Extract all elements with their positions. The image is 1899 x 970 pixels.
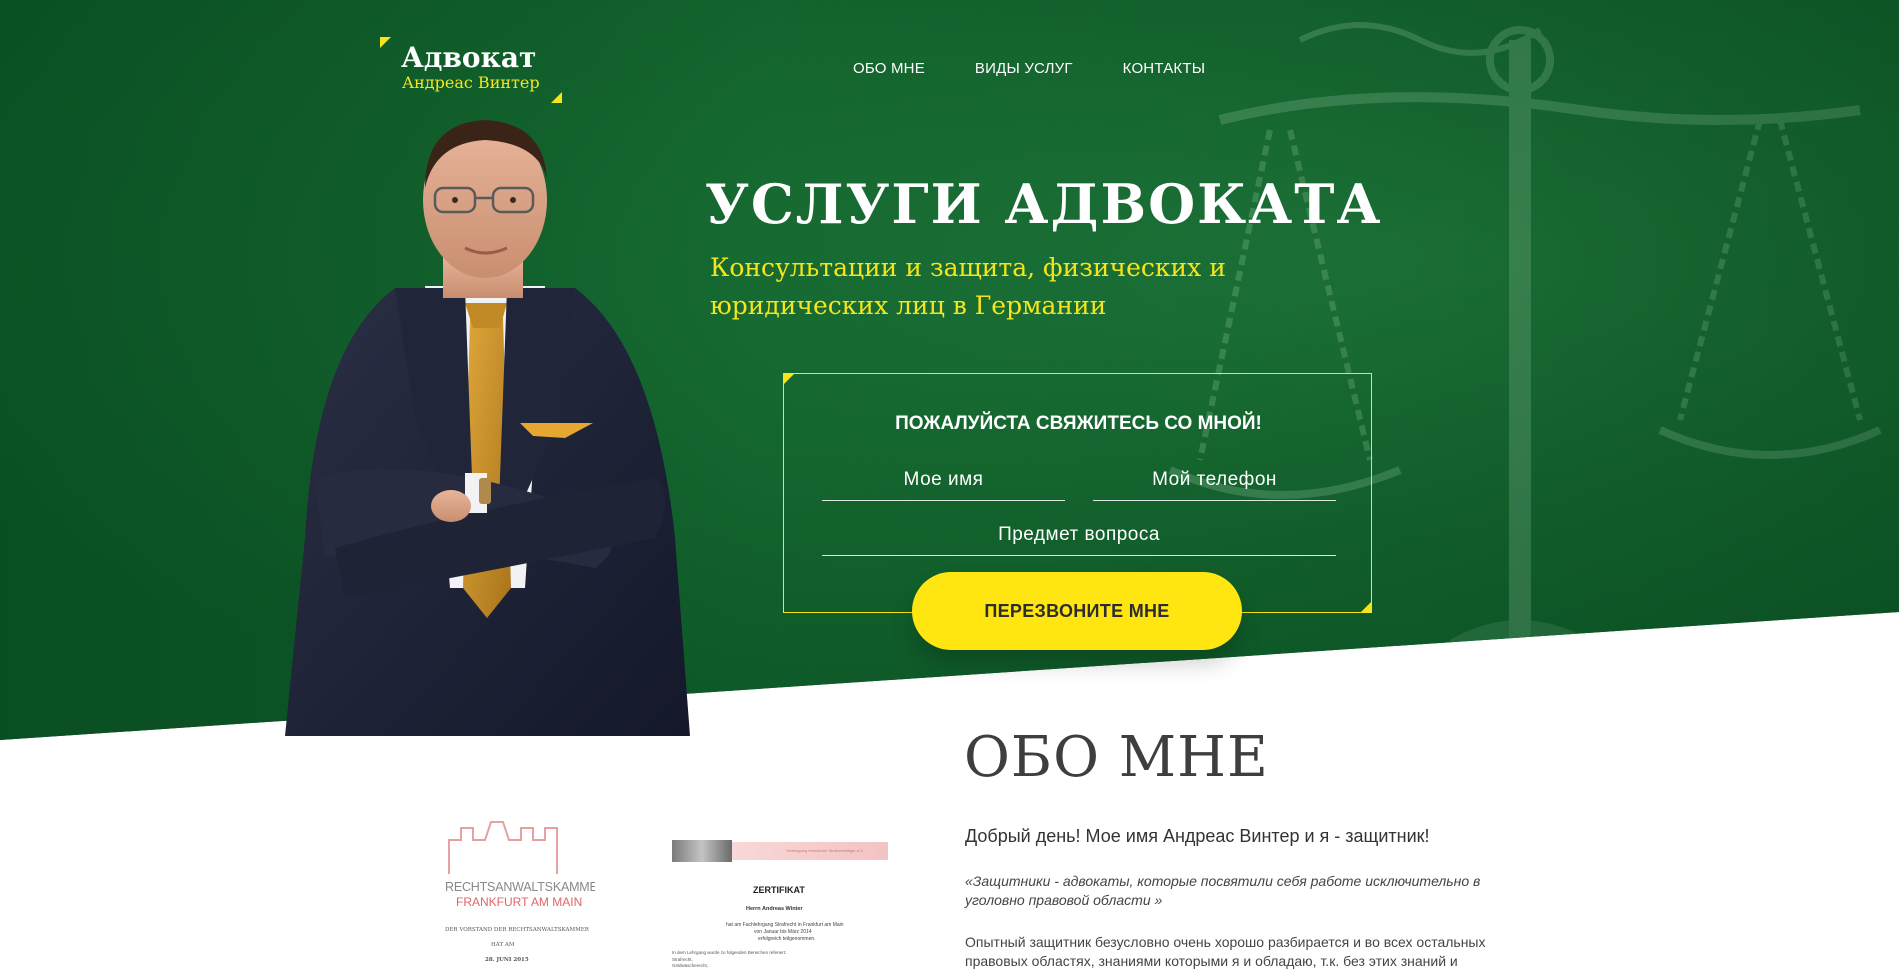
about-title: ОБО МНЕ [964, 725, 1269, 790]
form-corner-accent [1360, 601, 1372, 613]
about-greeting: Добрый день! Мое имя Андреас Винтер и я … [965, 826, 1430, 846]
certificate-rechtsanwaltskammer[interactable]: RECHTSANWALTSKAMMER FRANKFURT AM MAIN DE… [425, 815, 595, 970]
cert-line: von Januar bis März 2014 [754, 929, 812, 935]
certificate-zertifikat[interactable]: Vereinigung hessischer Strafverteidiger … [668, 830, 893, 970]
cert-line: RECHTSANWALTSKAMMER [445, 880, 595, 894]
form-title: ПОЖАЛУЙСТА СВЯЖИТЕСЬ СО МНОЙ! [895, 413, 1262, 434]
cert-line: DER VORSTAND DER RECHTSANWALTSKAMMER [445, 927, 589, 933]
cert-line: Geldwäscherecht, [672, 963, 709, 968]
hero-title: УСЛУГИ АДВОКАТА [705, 172, 1383, 236]
chamber-logo-icon [448, 821, 558, 874]
cert-header-photo [672, 840, 732, 862]
cert-line: hat am Fachlehrgang Strafrecht in Frankf… [726, 922, 844, 928]
page: Адвокат Андреас Винтер ОБО МНЕ ВИДЫ УСЛУ… [0, 0, 1899, 970]
logo-corner-accent [380, 37, 391, 48]
logo-title: Адвокат [401, 41, 537, 74]
callback-button[interactable]: ПЕРЕЗВОНИТЕ МНЕ [912, 572, 1242, 650]
logo[interactable]: Адвокат Андреас Винтер [380, 37, 562, 103]
cert-title: ZERTIFIKAT [753, 885, 805, 895]
logo-subtitle: Андреас Винтер [402, 73, 540, 92]
subject-input[interactable] [822, 514, 1336, 556]
name-input[interactable] [822, 459, 1065, 501]
cert-line: erfolgreich teilgenommen. [758, 936, 816, 942]
cert-line: 28. JUNI 2015 [485, 957, 529, 963]
cert-line: Strafrecht, [672, 957, 693, 962]
cert-line: HAT AM [491, 942, 515, 948]
main-nav: ОБО МНЕ ВИДЫ УСЛУГ КОНТАКТЫ [853, 60, 1255, 77]
hero-subtitle: Консультации и защита, физических и юрид… [710, 253, 1226, 320]
nav-item-contacts[interactable]: КОНТАКТЫ [1123, 60, 1206, 77]
cert-line: In dem Lehrgang wurde zu folgenden Berei… [672, 950, 787, 955]
about-text: Опытный защитник безусловно очень хорошо… [965, 934, 1486, 969]
nav-item-services[interactable]: ВИДЫ УСЛУГ [975, 60, 1073, 77]
form-corner-accent [783, 373, 795, 385]
nav-item-about[interactable]: ОБО МНЕ [853, 60, 925, 77]
cert-line: FRANKFURT AM MAIN [456, 895, 583, 909]
cert-name: Herrn Andreas Winter [746, 906, 803, 912]
logo-corner-accent [551, 92, 562, 103]
phone-input[interactable] [1093, 459, 1336, 501]
about-quote: «Защитники - адвокаты, которые посвятили… [965, 873, 1481, 908]
cert-header: Vereinigung hessischer Strafverteidiger … [786, 848, 864, 853]
lawyer-portrait [285, 120, 690, 736]
